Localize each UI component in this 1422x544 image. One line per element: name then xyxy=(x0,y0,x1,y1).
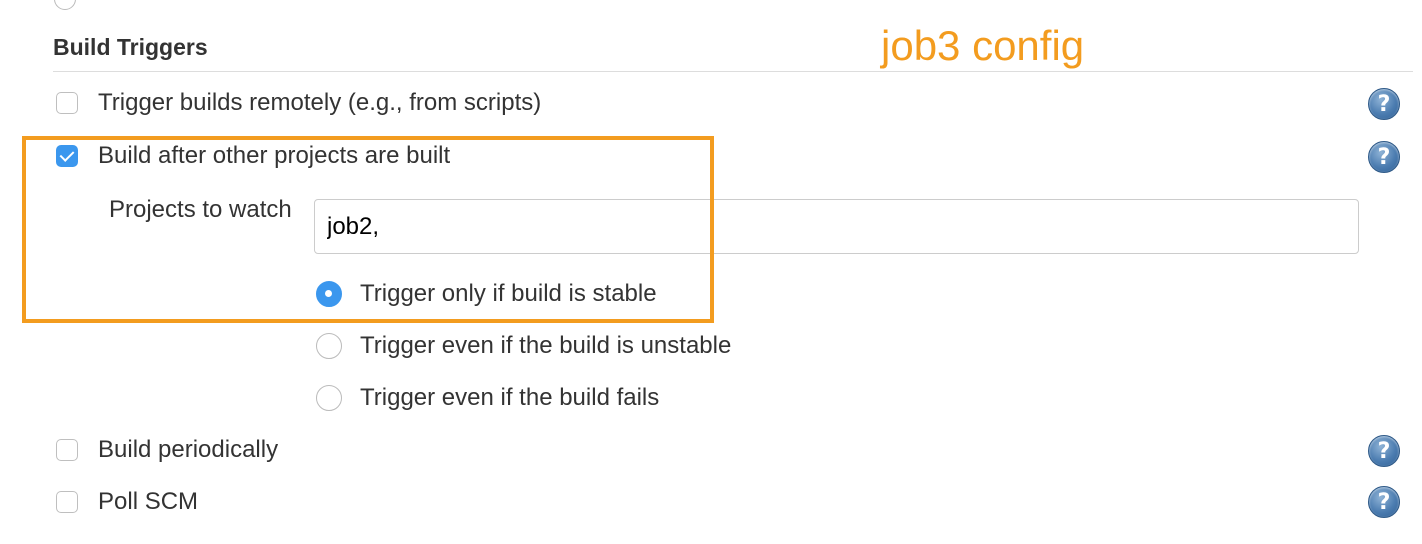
projects-to-watch-input[interactable] xyxy=(314,199,1359,254)
trigger-fails-label: Trigger even if the build fails xyxy=(360,384,660,411)
trigger-remote-row: Trigger builds remotely (e.g., from scri… xyxy=(56,89,542,116)
help-icon[interactable]: ? xyxy=(1368,88,1400,120)
poll-scm-label: Poll SCM xyxy=(98,488,199,515)
help-icon[interactable]: ? xyxy=(1368,486,1400,518)
projects-to-watch-label: Projects to watch xyxy=(109,196,292,223)
trigger-remote-checkbox[interactable] xyxy=(56,92,78,114)
build-after-other-row: Build after other projects are built xyxy=(56,142,451,169)
trigger-unstable-radio[interactable] xyxy=(316,333,342,359)
build-after-other-label: Build after other projects are built xyxy=(98,142,451,169)
help-icon[interactable]: ? xyxy=(1368,435,1400,467)
trigger-stable-radio[interactable] xyxy=(316,281,342,307)
annotation-label: job3 config xyxy=(881,22,1085,69)
trigger-fails-row: Trigger even if the build fails xyxy=(316,384,660,411)
trigger-stable-label: Trigger only if build is stable xyxy=(360,280,657,307)
section-divider xyxy=(53,71,1413,72)
help-icon[interactable]: ? xyxy=(1368,141,1400,173)
build-periodically-label: Build periodically xyxy=(98,436,279,463)
trigger-stable-row: Trigger only if build is stable xyxy=(316,280,657,307)
section-title: Build Triggers xyxy=(53,34,208,60)
trigger-unstable-label: Trigger even if the build is unstable xyxy=(360,332,732,359)
previous-option-radio[interactable] xyxy=(54,0,76,10)
trigger-fails-radio[interactable] xyxy=(316,385,342,411)
trigger-remote-label: Trigger builds remotely (e.g., from scri… xyxy=(98,89,542,116)
poll-scm-row: Poll SCM xyxy=(56,488,199,515)
build-periodically-row: Build periodically xyxy=(56,436,279,463)
trigger-unstable-row: Trigger even if the build is unstable xyxy=(316,332,732,359)
poll-scm-checkbox[interactable] xyxy=(56,491,78,513)
build-after-other-checkbox[interactable] xyxy=(56,145,78,167)
build-periodically-checkbox[interactable] xyxy=(56,439,78,461)
